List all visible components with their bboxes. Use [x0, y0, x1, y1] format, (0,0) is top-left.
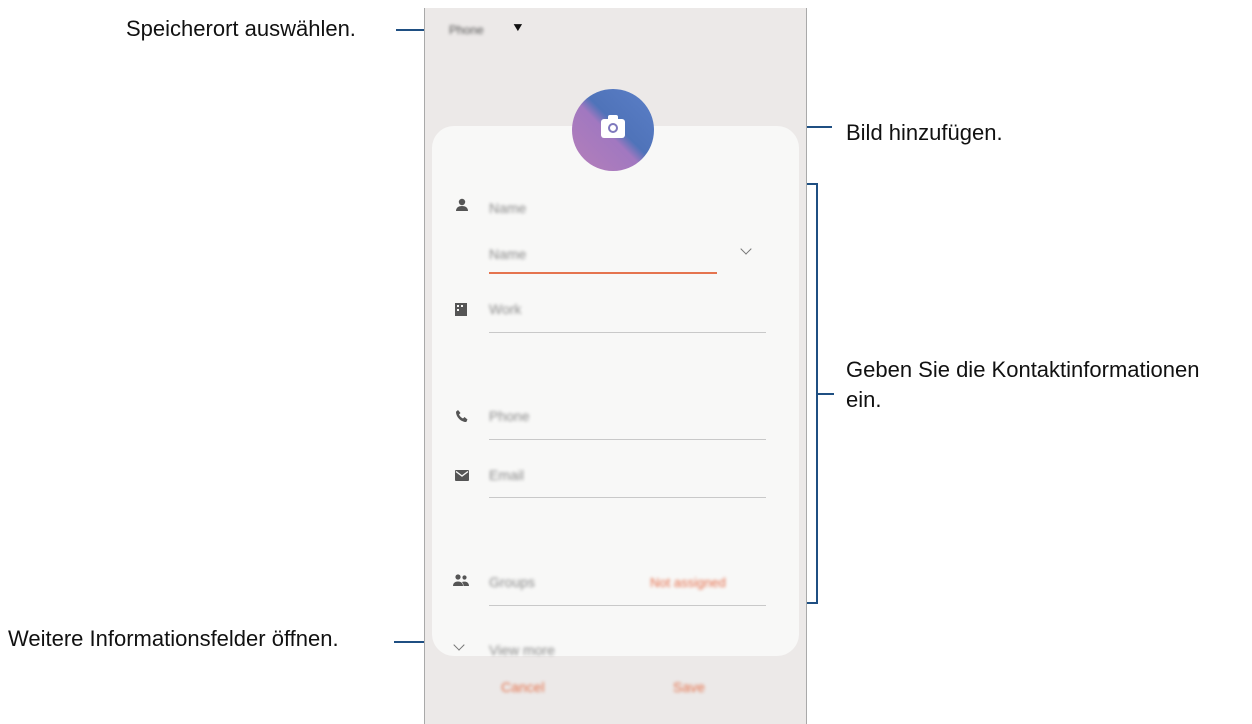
callout-contact-info: Geben Sie die Kontaktinformationen ein.: [846, 355, 1199, 415]
name-field-label[interactable]: Name: [489, 200, 526, 216]
cancel-button[interactable]: Cancel: [501, 679, 545, 695]
callout-contact-info-line2: ein.: [846, 387, 882, 412]
name-subfield[interactable]: Name: [489, 246, 526, 262]
phone-underline: [489, 439, 766, 440]
add-photo-button[interactable]: [572, 89, 654, 171]
dropdown-arrow-icon[interactable]: ▼: [511, 20, 525, 34]
name-underline: [489, 272, 717, 274]
groups-icon: [453, 574, 469, 590]
callout-storage: Speicherort auswählen.: [126, 16, 356, 41]
callout-photo: Bild hinzufügen.: [846, 120, 1003, 145]
storage-selector[interactable]: Phone: [449, 23, 484, 37]
chevron-down-icon[interactable]: [740, 243, 752, 255]
groups-field[interactable]: Groups: [489, 574, 535, 590]
email-icon: [455, 469, 469, 484]
callout-contact-info-line1: Geben Sie die Kontaktinformationen: [846, 357, 1200, 382]
phone-icon: [455, 409, 469, 426]
save-button[interactable]: Save: [673, 679, 705, 695]
groups-value[interactable]: Not assigned: [650, 575, 726, 590]
building-icon: [455, 302, 467, 319]
work-field[interactable]: Work: [489, 301, 521, 317]
camera-icon: [601, 115, 625, 138]
person-icon: [455, 198, 469, 215]
groups-underline: [489, 605, 766, 606]
phone-screen: Phone ▼ Name Name Work Phone Email Group…: [424, 8, 807, 724]
email-underline: [489, 497, 766, 498]
contact-form-card: Name Name Work Phone Email Groups Not as…: [432, 126, 799, 658]
callout-more-fields: Weitere Informationsfelder öffnen.: [8, 626, 339, 651]
view-more-chevron-icon[interactable]: [453, 639, 465, 651]
email-field[interactable]: Email: [489, 467, 524, 483]
phone-field[interactable]: Phone: [489, 408, 529, 424]
view-more-link[interactable]: View more: [489, 642, 555, 658]
callout-bracket-leader: [818, 393, 834, 395]
work-underline: [489, 332, 766, 333]
